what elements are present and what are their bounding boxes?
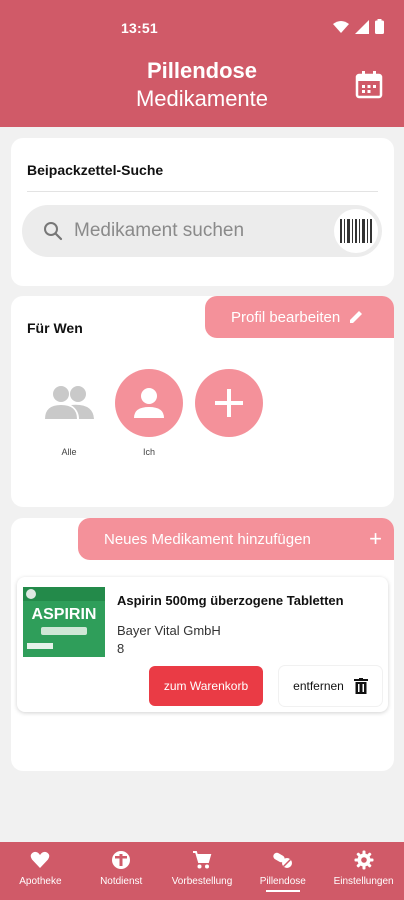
leaflet-search-title: Beipackzettel-Suche [27, 162, 164, 178]
nav-item-notdienst[interactable]: Notdienst [81, 842, 162, 900]
nav-label: Einstellungen [333, 876, 394, 887]
search-box[interactable] [22, 205, 382, 257]
trash-icon [353, 678, 368, 694]
profile-all[interactable]: Alle [35, 369, 103, 457]
add-to-cart-button[interactable]: zum Warenkorb [149, 666, 263, 706]
calendar-icon [355, 71, 383, 99]
profile-me[interactable]: Ich [115, 369, 183, 457]
medication-manufacturer: Bayer Vital GmbH [117, 623, 221, 638]
nav-item-einstellungen[interactable]: Einstellungen [323, 842, 404, 900]
add-medication-label: Neues Medikament hinzufügen [104, 530, 311, 548]
plus-icon: + [369, 526, 382, 551]
plus-icon [215, 389, 243, 417]
edit-profile-label: Profil bearbeiten [231, 308, 341, 326]
heart-icon [31, 851, 50, 868]
medication-quantity: 8 [117, 641, 125, 656]
signal-icon [355, 19, 369, 34]
remove-button[interactable]: entfernen [279, 666, 382, 706]
add-medication-button[interactable]: Neues Medikament hinzufügen + [78, 518, 394, 560]
app-header: 13:51 Pillendose Medikamente [0, 0, 404, 127]
profile-list: Alle Ich [35, 369, 263, 457]
page-subtitle: Medikamente [135, 86, 269, 111]
add-profile-button[interactable] [195, 369, 263, 457]
medication-name: Aspirin 500mg überzogene Tabletten [117, 593, 344, 608]
barcode-scan-button[interactable] [334, 209, 378, 253]
pills-icon [273, 852, 292, 868]
cart-icon [192, 851, 212, 869]
page-title: Pillendose [146, 58, 258, 83]
calendar-button[interactable] [354, 70, 384, 100]
for-whom-title: Für Wen [27, 320, 83, 336]
person-icon [134, 388, 164, 418]
nav-label: Vorbestellung [171, 876, 233, 887]
leaflet-search-card: Beipackzettel-Suche [11, 138, 394, 286]
medications-card: Neues Medikament hinzufügen + ASPIRIN As… [11, 518, 394, 771]
profile-card: Für Wen Profil bearbeiten Alle Ich [11, 296, 394, 507]
profile-avatar [115, 369, 183, 437]
search-input[interactable] [74, 213, 324, 249]
first-aid-icon [112, 851, 131, 869]
status-time: 13:51 [121, 20, 158, 36]
profile-label: Alle [61, 447, 77, 457]
edit-profile-button[interactable]: Profil bearbeiten [205, 296, 394, 338]
battery-icon [375, 19, 384, 34]
status-bar: 13:51 [0, 0, 404, 56]
wifi-icon [333, 20, 349, 33]
divider [27, 191, 378, 192]
profile-label: Ich [142, 447, 155, 457]
bottom-navigation: Apotheke Notdienst Vorbestellung Pillend… [0, 842, 404, 900]
package-brand-text: ASPIRIN [32, 606, 97, 623]
nav-label: Pillendose [259, 876, 306, 887]
profile-avatar [35, 369, 103, 437]
group-icon [45, 386, 94, 419]
pencil-icon [350, 311, 363, 323]
nav-item-pillendose[interactable]: Pillendose [242, 842, 323, 900]
status-icons [333, 19, 384, 34]
remove-label: entfernen [293, 679, 344, 693]
medication-package-image: ASPIRIN [23, 587, 105, 657]
medication-item[interactable]: ASPIRIN Aspirin 500mg überzogene Tablett… [17, 577, 388, 712]
barcode-icon [340, 219, 372, 243]
nav-label: Notdienst [100, 876, 143, 887]
gear-icon [354, 850, 374, 870]
active-tab-indicator [265, 890, 300, 892]
nav-item-vorbestellung[interactable]: Vorbestellung [162, 842, 243, 900]
nav-item-apotheke[interactable]: Apotheke [0, 842, 81, 900]
search-icon [44, 222, 63, 241]
profile-avatar [195, 369, 263, 437]
nav-label: Apotheke [19, 876, 62, 887]
add-to-cart-label: zum Warenkorb [163, 679, 249, 693]
